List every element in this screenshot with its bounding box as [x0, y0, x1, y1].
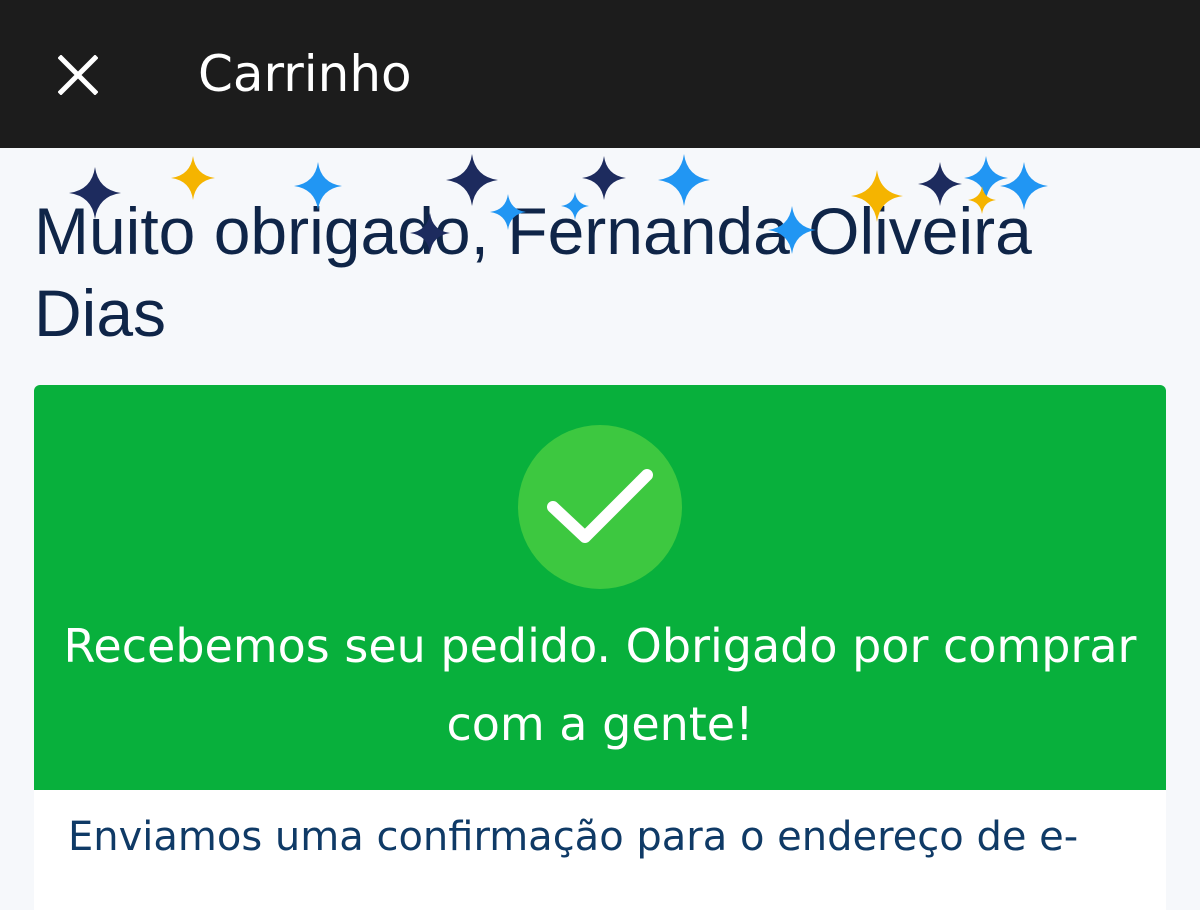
thank-you-heading: Muito obrigado, Fernanda Oliveira Dias	[34, 194, 1032, 350]
order-success-card: Recebemos seu pedido. Obrigado por compr…	[34, 385, 1166, 790]
app-bar: Carrinho	[0, 0, 1200, 148]
success-badge	[518, 425, 682, 589]
confirmation-card: Enviamos uma confirmação para o endereço…	[34, 790, 1166, 910]
app-bar-title: Carrinho	[198, 45, 412, 103]
order-received-message: Recebemos seu pedido. Obrigado por compr…	[63, 619, 1137, 751]
check-icon	[547, 469, 653, 543]
close-button[interactable]	[50, 47, 106, 103]
confirmation-email-text: Enviamos uma confirmação para o endereço…	[68, 814, 1079, 860]
close-icon	[58, 55, 98, 95]
